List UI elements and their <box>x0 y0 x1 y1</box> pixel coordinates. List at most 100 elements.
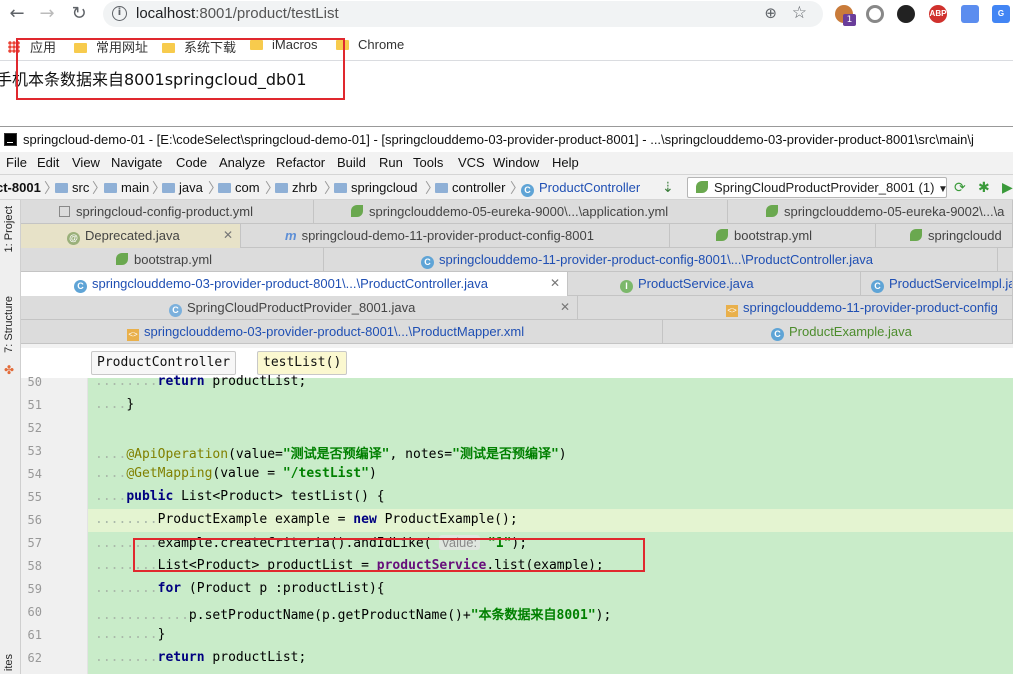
tab-config-product-yml[interactable]: springcloud-config-product.yml <box>21 200 314 224</box>
tab-springcloudd[interactable]: springcloudd <box>876 224 1013 248</box>
code-token: (value = <box>212 466 283 481</box>
crumb-label: main <box>121 180 150 195</box>
favorites-tool-tab[interactable]: ites <box>3 654 15 671</box>
code-line: 50 ........return productList; <box>21 371 1013 394</box>
menu-view[interactable]: View <box>72 155 100 170</box>
indent-guide: ........ <box>95 512 158 527</box>
tab-productcontroller-active[interactable]: Cspringclouddemo-03-provider-product-800… <box>21 272 568 296</box>
crumb-label: controller <box>452 180 506 195</box>
class-icon: C <box>521 184 534 197</box>
extension-translate-icon[interactable] <box>961 5 979 23</box>
menu-vcs[interactable]: VCS <box>458 155 485 170</box>
menu-file[interactable]: File <box>6 155 27 170</box>
menu-run[interactable]: Run <box>379 155 403 170</box>
tab-row: C SpringCloudProductProvider_8001.java ✕ <… <box>21 296 1013 320</box>
tab-productserviceimpl[interactable]: C ProductServiceImpl.java <box>861 272 1013 296</box>
tab-label: ProductExample.java <box>789 324 912 339</box>
nav-crumb-class[interactable]: C ProductController <box>521 180 640 197</box>
structure-tool-tab[interactable]: 7: Structure <box>3 296 15 353</box>
debug-icon[interactable]: ✱ <box>978 179 990 196</box>
nav-crumb-main[interactable]: main <box>104 180 149 195</box>
extension-circle-icon[interactable] <box>866 5 884 23</box>
menu-build[interactable]: Build <box>337 155 366 170</box>
indent-guide: .... <box>95 466 127 481</box>
sort-icon[interactable]: ⇣ <box>662 179 674 196</box>
tab-row: @ Deprecated.java ✕ m springcloud-demo-11-p… <box>21 224 1013 248</box>
menu-window[interactable]: Window <box>493 155 539 170</box>
tab-label: springcloudd <box>928 228 1002 243</box>
menu-bar: File Edit View Navigate Code Analyze Ref… <box>0 152 1013 174</box>
menu-help[interactable]: Help <box>552 155 579 170</box>
tab-productmapper-xml[interactable]: <> springclouddemo-03-provider-product-80… <box>21 320 663 344</box>
line-number: 50 <box>27 375 42 389</box>
menu-navigate[interactable]: Navigate <box>111 155 162 170</box>
back-icon[interactable]: ← <box>5 2 29 26</box>
close-icon[interactable]: ✕ <box>223 228 233 242</box>
code-token: return <box>157 374 205 389</box>
bookmark-star-icon[interactable]: ☆ <box>792 3 807 23</box>
tab-provider-config-module[interactable]: m springcloud-demo-11-provider-product-co… <box>241 224 670 248</box>
run-config-select[interactable]: SpringCloudProductProvider_8001 (1) ▼ <box>687 177 948 198</box>
code-token: (Product p :productList){ <box>181 581 385 596</box>
menu-refactor[interactable]: Refactor <box>276 155 325 170</box>
tab-label: ProductServiceImpl.java <box>889 276 1012 291</box>
nav-crumb-com[interactable]: com <box>218 180 260 195</box>
extension-abp-icon[interactable]: ABP <box>929 5 947 23</box>
spring-leaf-icon <box>716 229 728 241</box>
menu-code[interactable]: Code <box>176 155 207 170</box>
menu-tools[interactable]: Tools <box>413 155 443 170</box>
zoom-icon[interactable]: ⊕ <box>764 4 777 22</box>
tab-label: springclouddemo-05-eureka-9002\...\a <box>784 204 1005 219</box>
line-number: 54 <box>27 467 42 481</box>
code-token: ProductExample(); <box>376 512 518 527</box>
project-tool-tab[interactable]: 1: Project <box>3 206 15 252</box>
interface-icon: I <box>620 280 633 293</box>
code-line: 55 ....public List<Product> testList() { <box>21 486 1013 509</box>
class-icon: C <box>74 280 87 293</box>
bookmark-folder[interactable]: Chrome <box>336 37 404 55</box>
extension-moon-icon[interactable] <box>897 5 915 23</box>
tab-deprecated-java[interactable]: @ Deprecated.java ✕ <box>21 224 241 248</box>
tab-eureka-9002[interactable]: springclouddemo-05-eureka-9002\...\a <box>728 200 1013 224</box>
menu-analyze[interactable]: Analyze <box>219 155 265 170</box>
code-text: ........for (Product p :productList){ <box>95 581 385 596</box>
tab-productservice[interactable]: I ProductService.java <box>568 272 861 296</box>
close-icon[interactable]: ✕ <box>560 300 570 314</box>
code-editor[interactable]: 50 ........return productList; 51....} 52 53… <box>21 374 1013 674</box>
code-token: return <box>157 650 205 665</box>
code-token: public <box>126 489 174 504</box>
coverage-icon[interactable]: ▶ <box>1002 179 1013 196</box>
tab-config-productcontroller[interactable]: Cspringclouddemo-11-provider-product-con… <box>324 248 998 272</box>
code-token: productList; <box>204 374 307 389</box>
code-line: 59 ........for (Product p :productList){ <box>21 578 1013 601</box>
forward-icon[interactable]: → <box>35 2 59 26</box>
nav-crumb-src[interactable]: src <box>55 180 89 195</box>
nav-crumb-java[interactable]: java <box>162 180 203 195</box>
tab-label: springclouddemo-03-provider-product-8001… <box>144 324 525 339</box>
tab-bootstrap-yml-2[interactable]: bootstrap.yml <box>670 224 876 248</box>
code-text: ............p.setProductName(p.getProduc… <box>95 604 611 623</box>
url-text[interactable]: localhost:8001/product/testList <box>136 5 339 22</box>
crumb-label: ProductController <box>539 180 641 195</box>
url-host: localhost <box>136 5 196 22</box>
nav-crumb-controller[interactable]: controller <box>435 180 505 195</box>
extension-google-translate-icon[interactable]: G <box>992 5 1010 23</box>
tab-bootstrap-yml[interactable]: bootstrap.yml <box>21 248 324 272</box>
nav-crumb-springcloud[interactable]: springcloud <box>334 180 418 195</box>
tab-eureka-9000[interactable]: springclouddemo-05-eureka-9000\...\appli… <box>314 200 728 224</box>
rerun-icon[interactable]: ⟳ <box>954 179 966 196</box>
info-icon[interactable]: i <box>112 6 127 21</box>
module-icon: m <box>285 228 297 243</box>
indent-guide: .... <box>95 397 127 412</box>
menu-edit[interactable]: Edit <box>37 155 59 170</box>
tab-provider-config[interactable]: <> springclouddemo-11-provider-product-co… <box>578 296 1013 320</box>
reload-icon[interactable]: ↻ <box>67 2 91 26</box>
tab-springcloudproductprovider[interactable]: C SpringCloudProductProvider_8001.java ✕ <box>21 296 578 320</box>
close-icon[interactable]: ✕ <box>550 276 560 290</box>
tab-productexample[interactable]: C ProductExample.java <box>663 320 1013 344</box>
address-bar[interactable]: i localhost:8001/product/testList ⊕ ☆ <box>103 1 823 27</box>
nav-crumb-module[interactable]: ct-8001 <box>0 180 41 195</box>
indent-guide: .... <box>95 489 127 504</box>
class-icon: C <box>871 280 884 293</box>
nav-crumb-zhrb[interactable]: zhrb <box>275 180 317 195</box>
